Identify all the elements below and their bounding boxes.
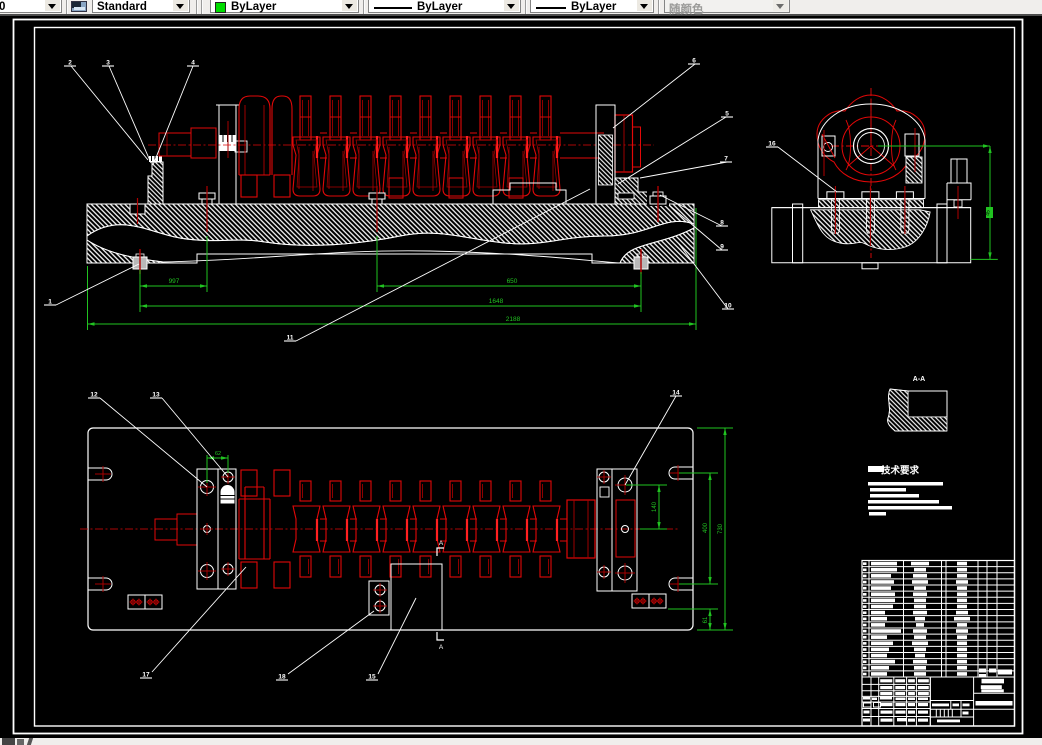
svg-text:16: 16 [768, 141, 776, 148]
svg-text:400: 400 [703, 522, 709, 533]
svg-text:62: 62 [215, 451, 221, 457]
svg-text:61: 61 [703, 616, 709, 623]
svg-text:3: 3 [106, 60, 110, 67]
svg-text:730: 730 [718, 523, 724, 534]
svg-text:A: A [439, 540, 444, 547]
svg-text:14: 14 [672, 390, 680, 397]
svg-text:997: 997 [169, 278, 180, 285]
svg-text:1648: 1648 [489, 298, 504, 305]
svg-text:15: 15 [368, 674, 376, 681]
svg-text:140: 140 [652, 501, 658, 512]
svg-text:A: A [439, 644, 444, 651]
svg-text:技术要求: 技术要求 [881, 465, 920, 477]
svg-text:1: 1 [48, 299, 52, 306]
svg-text:18: 18 [278, 674, 286, 681]
svg-text:17: 17 [142, 672, 150, 679]
svg-text:2: 2 [68, 60, 72, 67]
svg-text:5: 5 [725, 111, 729, 118]
svg-text:650: 650 [507, 278, 518, 285]
svg-text:7: 7 [724, 156, 728, 163]
svg-text:2188: 2188 [506, 316, 521, 323]
svg-text:6: 6 [692, 58, 696, 65]
svg-text:12: 12 [90, 392, 98, 399]
svg-text:A-A: A-A [913, 376, 925, 383]
svg-text:4: 4 [191, 60, 195, 67]
svg-text:45: 45 [986, 210, 992, 216]
svg-text:11: 11 [287, 335, 294, 342]
svg-text:13: 13 [152, 392, 160, 399]
